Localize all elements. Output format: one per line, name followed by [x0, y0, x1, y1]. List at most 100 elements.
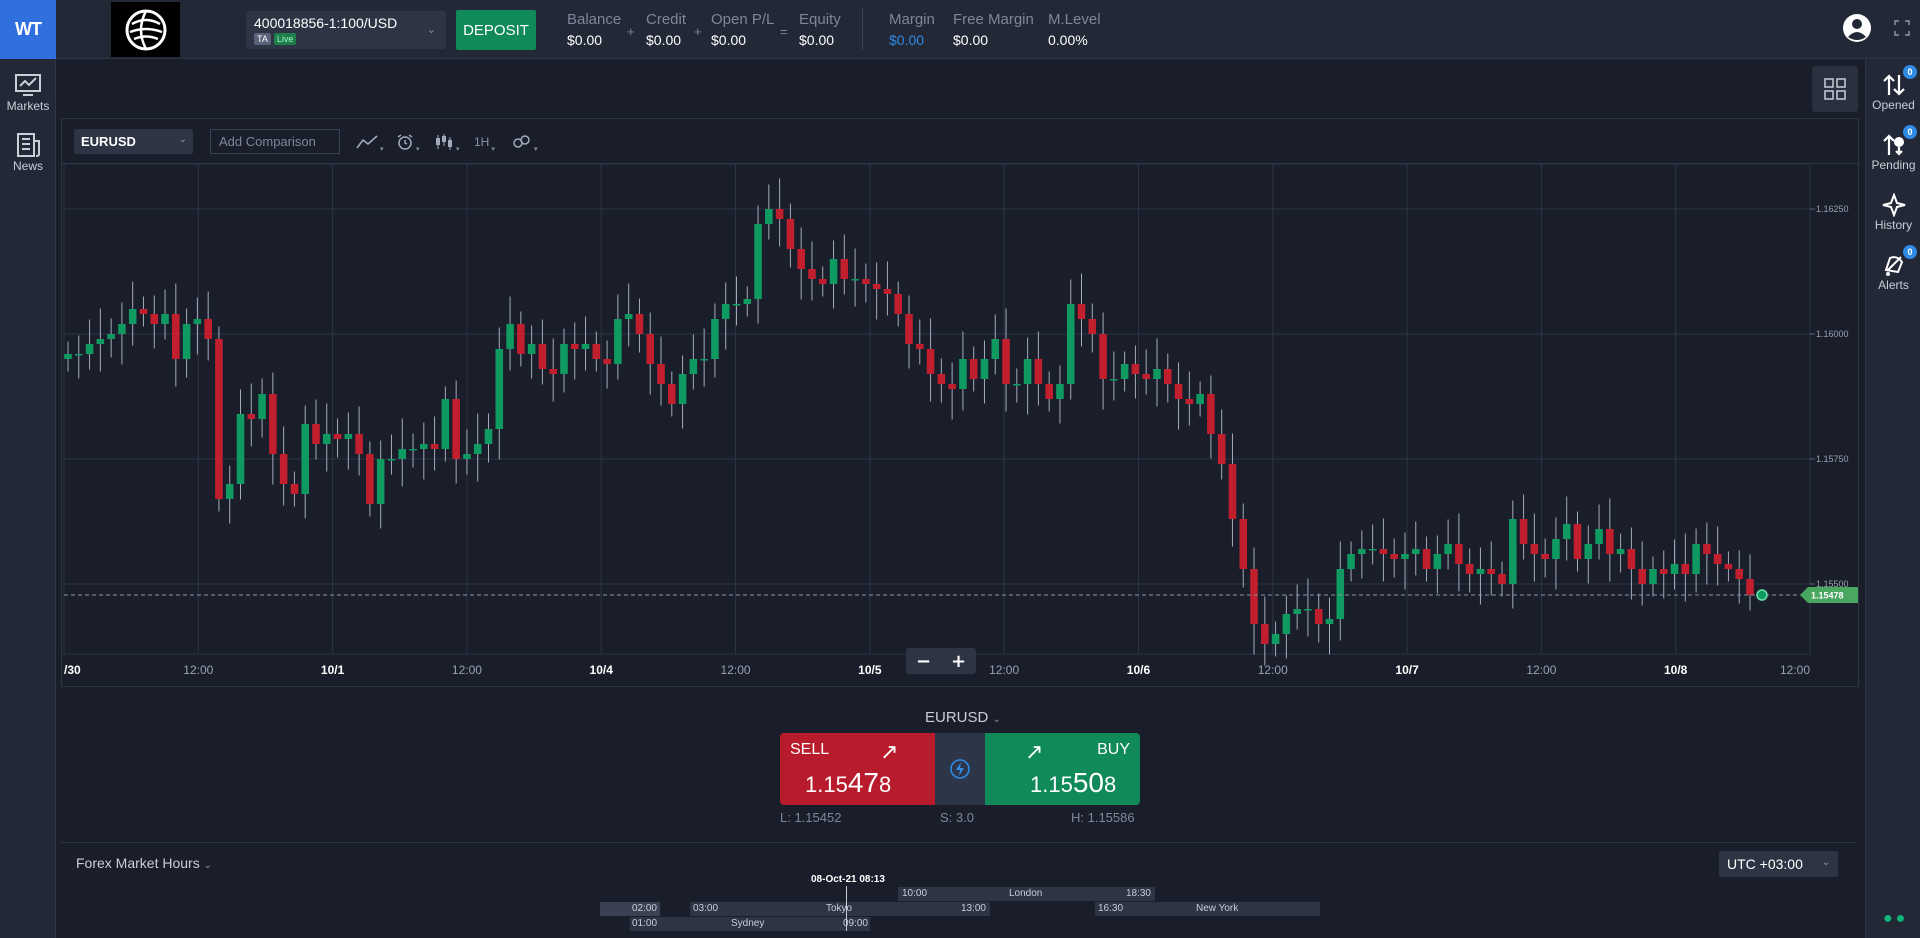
- layout-grid-button[interactable]: [1812, 66, 1858, 112]
- account-tag-ta: TA: [254, 33, 271, 45]
- candle-down: [668, 384, 676, 404]
- indicators-tool[interactable]: ▾: [396, 129, 420, 154]
- buy-button[interactable]: ↗ BUY 1.15508: [985, 733, 1140, 805]
- open-pl-label: Open P/L: [711, 11, 775, 28]
- sidebar-item-opened[interactable]: 0 Opened: [1866, 65, 1920, 129]
- plot-frame: [63, 163, 1811, 655]
- candle-down: [139, 309, 148, 314]
- candle-up: [387, 459, 396, 461]
- plus-operator: +: [694, 24, 702, 39]
- session-name: New York: [1196, 903, 1239, 914]
- session-name: Sydney: [731, 918, 765, 929]
- sidebar-item-label: Pending: [1871, 158, 1916, 172]
- sidebar-item-label: History: [1874, 218, 1913, 232]
- one-click-trading-toggle[interactable]: [935, 733, 985, 805]
- sell-button[interactable]: SELL ↗ 1.15478: [780, 733, 935, 805]
- symbol-value: EURUSD: [81, 134, 136, 149]
- session-close: 18:30: [1125, 888, 1151, 899]
- candle-down: [1077, 304, 1086, 319]
- session-name: London: [1009, 888, 1043, 899]
- candle-down: [603, 359, 611, 364]
- session-london: 10:00 London 18:30: [898, 887, 1155, 901]
- sell-price-pips: 47: [847, 767, 879, 798]
- current-time-label: 08-Oct-21 08:13: [811, 874, 885, 885]
- price-chart[interactable]: 1.16250 1.16000 1.15750 1.15500/30 12:00 10/1…: [62, 163, 1860, 687]
- user-avatar-icon[interactable]: [1842, 13, 1872, 43]
- x-tick-label: 10/7: [1395, 663, 1419, 677]
- candle-up: [495, 349, 504, 429]
- sidebar-item-pending[interactable]: 0 Pending: [1866, 125, 1920, 189]
- sidebar-item-news[interactable]: News: [0, 133, 56, 185]
- account-select[interactable]: 400018856-1:100/USD TA Live ⌄: [246, 11, 446, 49]
- candle-down: [1498, 574, 1506, 584]
- sidebar-item-label: Opened: [1872, 98, 1915, 112]
- chart-toolbar: EURUSD ⌄ ▾ ▾ ▾ 1H▾ ▾: [62, 119, 1860, 164]
- candle-up: [236, 414, 245, 484]
- candle-up: [301, 424, 309, 494]
- candle-down: [1519, 519, 1528, 544]
- equals-operator: =: [780, 24, 788, 39]
- sidebar-item-alerts[interactable]: 0 Alerts: [1866, 245, 1920, 309]
- divider: [61, 842, 1855, 843]
- session-open: 10:00: [902, 888, 928, 899]
- timezone-select[interactable]: UTC +03:00 ⌄: [1719, 851, 1838, 877]
- y-tick-label: 1.16000: [1816, 329, 1849, 339]
- candle-down: [1638, 569, 1646, 584]
- drawing-tools[interactable]: ▾: [512, 129, 538, 154]
- candle-up: [721, 304, 730, 319]
- trade-symbol[interactable]: EURUSD ⌄: [925, 709, 1001, 726]
- candlestick-chart[interactable]: 1.162501.160001.157501.15500/30 12:00 10/1…: [62, 163, 1860, 687]
- candle-style-tool[interactable]: ▾: [434, 129, 460, 154]
- market-hours-toggle[interactable]: Forex Market Hours ⌄: [76, 855, 212, 871]
- current-time-marker: [846, 886, 847, 931]
- deposit-button[interactable]: DEPOSIT: [456, 10, 536, 50]
- sidebar-item-history[interactable]: History: [1866, 193, 1920, 249]
- candle-down: [1659, 569, 1668, 574]
- candle-down: [1250, 569, 1258, 624]
- zoom-out-button[interactable]: −: [906, 648, 941, 674]
- candle-down: [1713, 554, 1722, 564]
- candle-up: [1584, 544, 1593, 559]
- candle-down: [1703, 544, 1711, 554]
- session-close: 02:00: [631, 903, 657, 914]
- candle-down: [862, 279, 870, 284]
- candle-down: [1455, 544, 1463, 564]
- candle-up: [258, 394, 266, 419]
- equity-value: $0.00: [799, 32, 835, 48]
- sell-price: 1.15478: [805, 767, 891, 799]
- candle-down: [452, 399, 460, 459]
- candle-down: [1099, 334, 1107, 379]
- account-id: 400018856-1:100/USD: [254, 15, 398, 31]
- candle-down: [775, 209, 784, 219]
- candle-up: [1023, 359, 1032, 384]
- symbol-select[interactable]: EURUSD ⌄: [74, 129, 193, 154]
- candle-down: [290, 484, 299, 494]
- candle-down: [1185, 399, 1194, 404]
- candle-up: [1196, 394, 1204, 404]
- day-low: L: 1.15452: [780, 810, 842, 825]
- chart-type-tool[interactable]: ▾: [356, 129, 384, 154]
- candle-up: [1670, 564, 1679, 574]
- session-open: 16:30: [1098, 903, 1124, 914]
- interval-select[interactable]: 1H ▾: [474, 129, 495, 154]
- candle-up: [700, 359, 708, 361]
- candle-up: [991, 339, 1000, 359]
- candle-down: [1422, 549, 1431, 569]
- x-tick-label: 12:00: [989, 663, 1019, 677]
- candle-up: [193, 319, 202, 324]
- candle-down: [1174, 384, 1183, 399]
- up-down-arrows-icon: [1882, 74, 1905, 96]
- add-comparison-input[interactable]: [210, 129, 340, 154]
- brand-logo[interactable]: WT: [0, 0, 56, 59]
- fullscreen-icon[interactable]: [1894, 20, 1910, 36]
- candle-down: [355, 434, 363, 454]
- buy-price-pips: 50: [1072, 767, 1104, 798]
- candle-up: [398, 449, 407, 459]
- day-high: H: 1.15586: [1071, 810, 1135, 825]
- zoom-in-button[interactable]: +: [941, 648, 976, 674]
- candle-up: [75, 354, 83, 356]
- candle-down: [430, 444, 439, 449]
- candle-down: [883, 289, 892, 294]
- candle-down: [937, 374, 946, 384]
- sidebar-item-markets[interactable]: Markets: [0, 73, 56, 125]
